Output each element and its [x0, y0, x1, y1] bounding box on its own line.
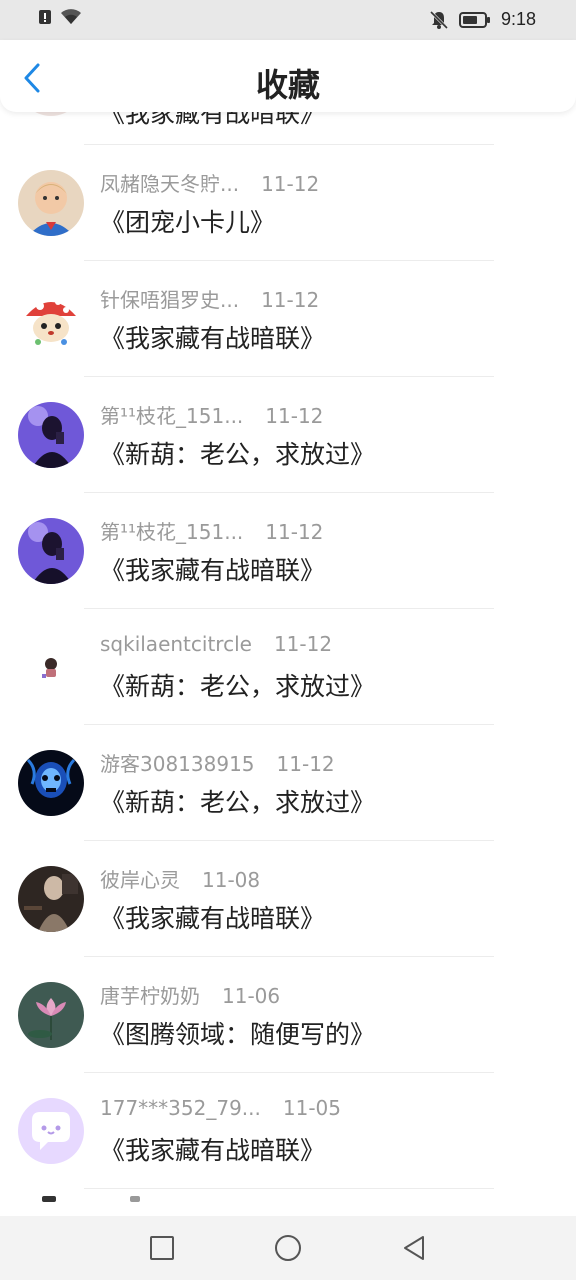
status-right-icons: 9:18 — [429, 9, 536, 30]
date: 11-12 — [273, 632, 333, 656]
back-nav-button[interactable] — [394, 1228, 434, 1268]
status-time: 9:18 — [500, 9, 536, 29]
item-meta: 游客308138915 11-12 — [100, 748, 335, 777]
avatar[interactable] — [18, 982, 84, 1048]
book-title[interactable]: 《新葫：老公，求放过》 — [100, 435, 375, 471]
date: 11-12 — [265, 404, 324, 428]
item-meta: 177***352_79... 11-05 — [100, 1096, 341, 1120]
item-meta: 第¹¹枝花_151... 11-12 — [100, 516, 323, 545]
date: 11-12 — [261, 172, 320, 196]
username: 第¹¹枝花_151... — [100, 520, 244, 544]
avatar[interactable] — [18, 286, 84, 352]
list-item[interactable]: 唐芋柠奶奶 11-06 《图腾领域：随便写的》 — [0, 960, 576, 1076]
recent-apps-icon — [150, 1236, 174, 1260]
divider — [84, 144, 494, 145]
date: 11-12 — [265, 520, 324, 544]
divider — [84, 840, 494, 841]
avatar[interactable] — [18, 750, 84, 816]
list-item[interactable]: 第¹¹枝花_151... 11-12 《新葫：老公，求放过》 — [0, 380, 576, 496]
avatar[interactable] — [18, 1098, 84, 1164]
username: sqkilaentcitrcle — [100, 632, 252, 656]
list-item-partial[interactable] — [0, 1196, 576, 1216]
wifi-icon — [61, 9, 81, 24]
avatar[interactable] — [18, 866, 84, 932]
recent-apps-button[interactable] — [142, 1228, 182, 1268]
username: 177***352_79... — [100, 1096, 261, 1120]
divider — [84, 1072, 494, 1073]
date: 11-06 — [222, 984, 281, 1008]
username: 第¹¹枝花_151... — [100, 404, 244, 428]
username: 针保唔猖罗史... — [100, 288, 240, 312]
username: 彼岸心灵 — [100, 868, 180, 892]
username: 凤赭隐天冬貯... — [100, 172, 240, 196]
avatar[interactable] — [18, 170, 84, 236]
list-item[interactable]: 凤赭隐天冬貯... 11-12 《团宠小卡儿》 — [0, 148, 576, 264]
date: 11-12 — [261, 288, 320, 312]
partial-avatar — [42, 1196, 56, 1202]
book-title[interactable]: 《我家藏有战暗联》 — [100, 319, 325, 355]
item-meta: 唐芋柠奶奶 11-06 — [100, 980, 280, 1009]
list-item[interactable]: 针保唔猖罗史... 11-12 《我家藏有战暗联》 — [0, 264, 576, 380]
item-meta: 彼岸心灵 11-08 — [100, 864, 260, 893]
alert-icon — [39, 10, 51, 24]
avatar — [18, 112, 84, 116]
avatar[interactable] — [18, 518, 84, 584]
divider — [84, 956, 494, 957]
divider — [84, 724, 494, 725]
list-item[interactable]: 第¹¹枝花_151... 11-12 《我家藏有战暗联》 — [0, 496, 576, 612]
avatar[interactable] — [18, 634, 84, 700]
divider — [84, 260, 494, 261]
divider — [84, 492, 494, 493]
divider — [84, 376, 494, 377]
item-meta: 凤赭隐天冬貯... 11-12 — [100, 168, 319, 197]
date: 11-12 — [276, 752, 335, 776]
bell-muted-icon — [429, 10, 449, 29]
list-item[interactable]: sqkilaentcitrcle 11-12 《新葫：老公，求放过》 — [0, 612, 576, 728]
home-icon — [275, 1235, 301, 1261]
book-title[interactable]: 《新葫：老公，求放过》 — [100, 667, 375, 703]
header: 收藏 — [0, 40, 576, 112]
chat-bubble-icon — [18, 1098, 84, 1164]
date: 11-05 — [282, 1096, 341, 1120]
divider — [84, 1188, 494, 1189]
home-button[interactable] — [268, 1228, 308, 1268]
date: 11-08 — [202, 868, 261, 892]
item-meta: 针保唔猖罗史... 11-12 — [100, 284, 319, 313]
page-title: 收藏 — [255, 66, 320, 104]
book-title[interactable]: 《团宠小卡儿》 — [100, 203, 275, 239]
list-item[interactable]: 177***352_79... 11-05 《我家藏有战暗联》 — [0, 1076, 576, 1192]
status-left-icons — [38, 9, 82, 25]
username: 游客308138915 — [100, 752, 255, 776]
book-title[interactable]: 《新葫：老公，求放过》 — [100, 783, 375, 819]
book-title[interactable]: 《图腾领域：随便写的》 — [100, 1015, 375, 1051]
list-item-partial[interactable]: 《我家藏有战暗联》 — [0, 112, 576, 146]
book-title[interactable]: 《我家藏有战暗联》 — [100, 899, 325, 935]
item-meta: sqkilaentcitrcle 11-12 — [100, 632, 332, 656]
battery-icon — [458, 11, 490, 28]
back-triangle-icon — [404, 1236, 424, 1260]
book-title[interactable]: 《我家藏有战暗联》 — [100, 1131, 325, 1167]
username: 唐芋柠奶奶 — [100, 984, 200, 1008]
item-meta: 第¹¹枝花_151... 11-12 — [100, 400, 323, 429]
book-title[interactable]: 《我家藏有战暗联》 — [100, 551, 325, 587]
list-item[interactable]: 游客308138915 11-12 《新葫：老公，求放过》 — [0, 728, 576, 844]
favorites-list[interactable]: 《我家藏有战暗联》 凤赭隐天冬貯... 11-12 《团宠小卡儿》 针保唔猖罗史… — [0, 112, 576, 1216]
avatar[interactable] — [18, 402, 84, 468]
divider — [84, 608, 494, 609]
system-nav-bar — [0, 1216, 576, 1280]
book-title: 《我家藏有战暗联》 — [100, 112, 326, 128]
list-item[interactable]: 彼岸心灵 11-08 《我家藏有战暗联》 — [0, 844, 576, 960]
partial-text — [130, 1196, 140, 1202]
status-bar: 9:18 — [0, 0, 576, 40]
